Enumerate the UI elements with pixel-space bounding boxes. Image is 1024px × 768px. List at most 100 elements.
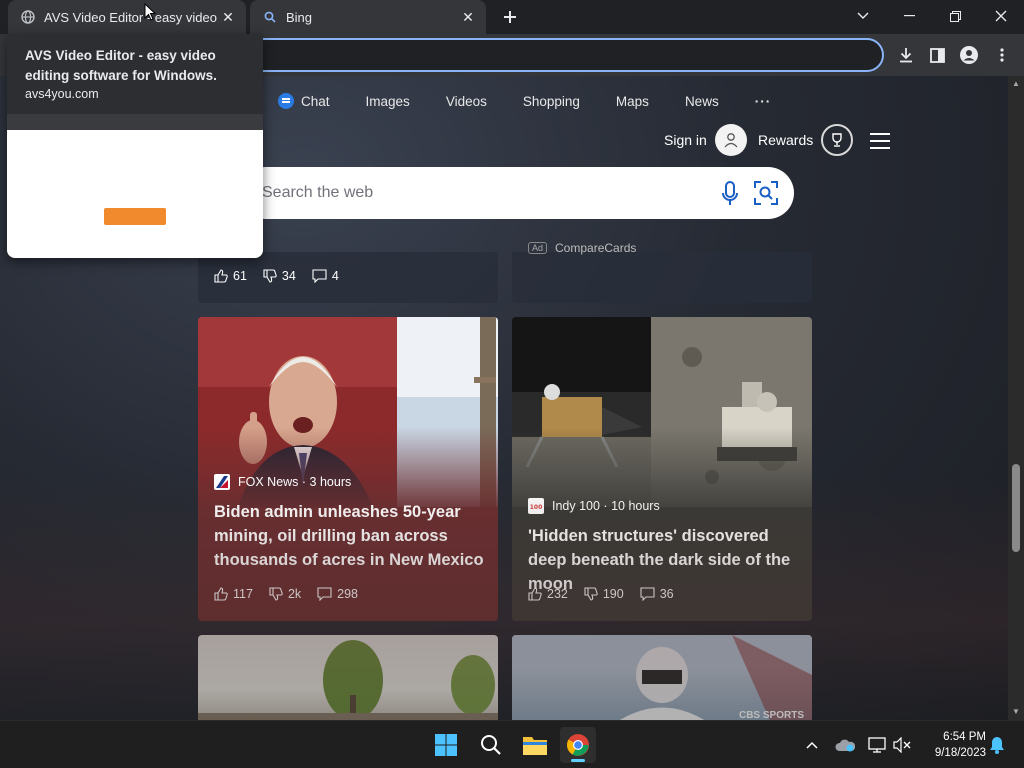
comment-count: 4 (331, 269, 339, 283)
chat-icon (278, 93, 294, 109)
thumbs-up-icon (528, 587, 542, 601)
download-icon[interactable] (893, 42, 919, 68)
dislike-button[interactable]: 34 (263, 269, 296, 283)
onedrive-icon[interactable] (833, 733, 857, 757)
like-count: 232 (547, 587, 568, 601)
comment-button[interactable]: 4 (312, 269, 339, 283)
close-tab-icon[interactable]: ✕ (218, 7, 238, 27)
visual-search-icon[interactable] (753, 180, 779, 206)
tab-search-chevron-icon[interactable] (840, 0, 886, 32)
tab-title: Bing (286, 9, 313, 25)
sign-in-label: Sign in (664, 132, 707, 148)
thumbs-down-icon (263, 269, 277, 283)
indy100-logo-icon: 100 (528, 498, 544, 514)
hamburger-menu-icon[interactable] (870, 133, 890, 149)
scroll-down-icon[interactable]: ▼ (1012, 708, 1020, 716)
new-tab-button[interactable] (498, 5, 522, 29)
news-image (198, 317, 498, 507)
tab-hover-preview: AVS Video Editor - easy video editing so… (7, 34, 263, 258)
minimize-button[interactable] (886, 0, 932, 32)
scroll-up-icon[interactable]: ▲ (1012, 80, 1020, 88)
ad-source: Ad CompareCards (528, 241, 636, 255)
nav-label: Maps (615, 93, 649, 109)
menu-kebab-icon[interactable] (989, 42, 1015, 68)
reaction-bar: 232 190 36 (528, 587, 690, 601)
notification-bell-icon[interactable] (985, 733, 1009, 757)
svg-text:100: 100 (530, 504, 543, 511)
nav-images[interactable]: Images (366, 94, 410, 109)
tab-avs-video-editor[interactable]: AVS Video Editor - easy video ed ✕ (8, 0, 246, 34)
news-source: FOX News · 3 hours (214, 474, 351, 490)
comment-button[interactable]: 298 (317, 587, 358, 601)
start-button[interactable] (428, 727, 464, 763)
thumbs-up-icon (214, 587, 228, 601)
nav-chat[interactable]: Chat (278, 93, 330, 109)
chrome-taskbar-button[interactable] (560, 727, 596, 763)
show-hidden-icons-chevron-icon[interactable] (800, 733, 824, 757)
reaction-bar: 117 2k 298 (214, 587, 374, 601)
nav-videos[interactable]: Videos (446, 94, 487, 109)
taskbar-search-button[interactable] (473, 727, 509, 763)
restore-button[interactable] (932, 0, 978, 32)
microphone-icon[interactable] (721, 181, 739, 207)
dislike-button[interactable]: 2k (269, 587, 301, 601)
like-button[interactable]: 232 (528, 587, 568, 601)
news-card[interactable]: 100 Indy 100 · 10 hours 'Hidden structur… (512, 317, 812, 621)
rewards-button[interactable]: Rewards (758, 124, 854, 156)
nav-maps[interactable]: Maps (616, 94, 649, 109)
system-clock[interactable]: 6:54 PM 9/18/2023 (920, 729, 986, 761)
search-box[interactable]: Search the web (240, 167, 794, 219)
bing-nav: Chat Images Videos Shopping Maps News ··… (278, 90, 807, 112)
nav-more[interactable]: ··· (755, 94, 772, 109)
chrome-icon (567, 734, 589, 756)
card-gradient (512, 427, 812, 621)
preview-title: AVS Video Editor - easy video editing so… (25, 48, 217, 83)
news-image (198, 640, 498, 720)
comment-icon (317, 587, 332, 601)
comment-icon (640, 587, 655, 601)
comment-count: 36 (659, 587, 674, 601)
search-icon (262, 9, 278, 25)
volume-muted-icon[interactable] (890, 733, 914, 757)
dislike-count: 2k (287, 587, 302, 601)
display-network-icon[interactable] (865, 733, 889, 757)
dislike-count: 190 (602, 587, 624, 601)
like-button[interactable]: 61 (214, 269, 247, 283)
trophy-icon (821, 124, 854, 156)
dislike-button[interactable]: 190 (584, 587, 624, 601)
folder-icon (523, 737, 547, 755)
ad-card-partial[interactable]: Ad CompareCards (512, 241, 812, 303)
news-card[interactable]: FOX News · 3 hours Biden admin unleashes… (198, 317, 498, 621)
scroll-thumb[interactable] (1012, 464, 1020, 552)
advertiser-name: CompareCards (555, 241, 637, 255)
search-placeholder: Search the web (262, 184, 374, 201)
thumbs-up-icon (214, 269, 228, 283)
news-headline[interactable]: 'Hidden structures' discovered deep bene… (528, 524, 800, 596)
profile-icon[interactable] (956, 42, 982, 68)
news-headline[interactable]: Biden admin unleashes 50-year mining, oi… (214, 500, 486, 572)
tab-bing[interactable]: Bing ✕ (250, 0, 486, 34)
more-icon: ··· (754, 93, 772, 109)
like-count: 117 (233, 587, 253, 601)
reaction-bar: 61 34 4 (214, 269, 355, 283)
news-card-partial[interactable]: 61 34 4 (198, 252, 498, 303)
thumbs-down-icon (584, 587, 598, 601)
nav-shopping[interactable]: Shopping (523, 94, 580, 109)
page-scrollbar[interactable]: ▲ ▼ (1008, 76, 1024, 720)
nav-label: Shopping (522, 93, 580, 109)
like-button[interactable]: 117 (214, 587, 253, 601)
file-explorer-button[interactable] (517, 727, 553, 763)
address-bar[interactable] (200, 38, 884, 72)
news-card-partial[interactable]: CBS SPORTS (512, 635, 812, 720)
nav-news[interactable]: News (685, 94, 719, 109)
sign-in-button[interactable]: Sign in (664, 124, 747, 156)
close-tab-icon[interactable]: ✕ (458, 7, 478, 27)
close-window-button[interactable] (978, 0, 1024, 32)
comment-button[interactable]: 36 (640, 587, 674, 601)
dislike-count: 34 (281, 269, 296, 283)
news-card-partial[interactable] (198, 635, 498, 720)
side-panel-icon[interactable] (924, 42, 950, 68)
like-count: 61 (233, 269, 247, 283)
news-image (512, 317, 812, 507)
comment-count: 298 (337, 587, 358, 601)
